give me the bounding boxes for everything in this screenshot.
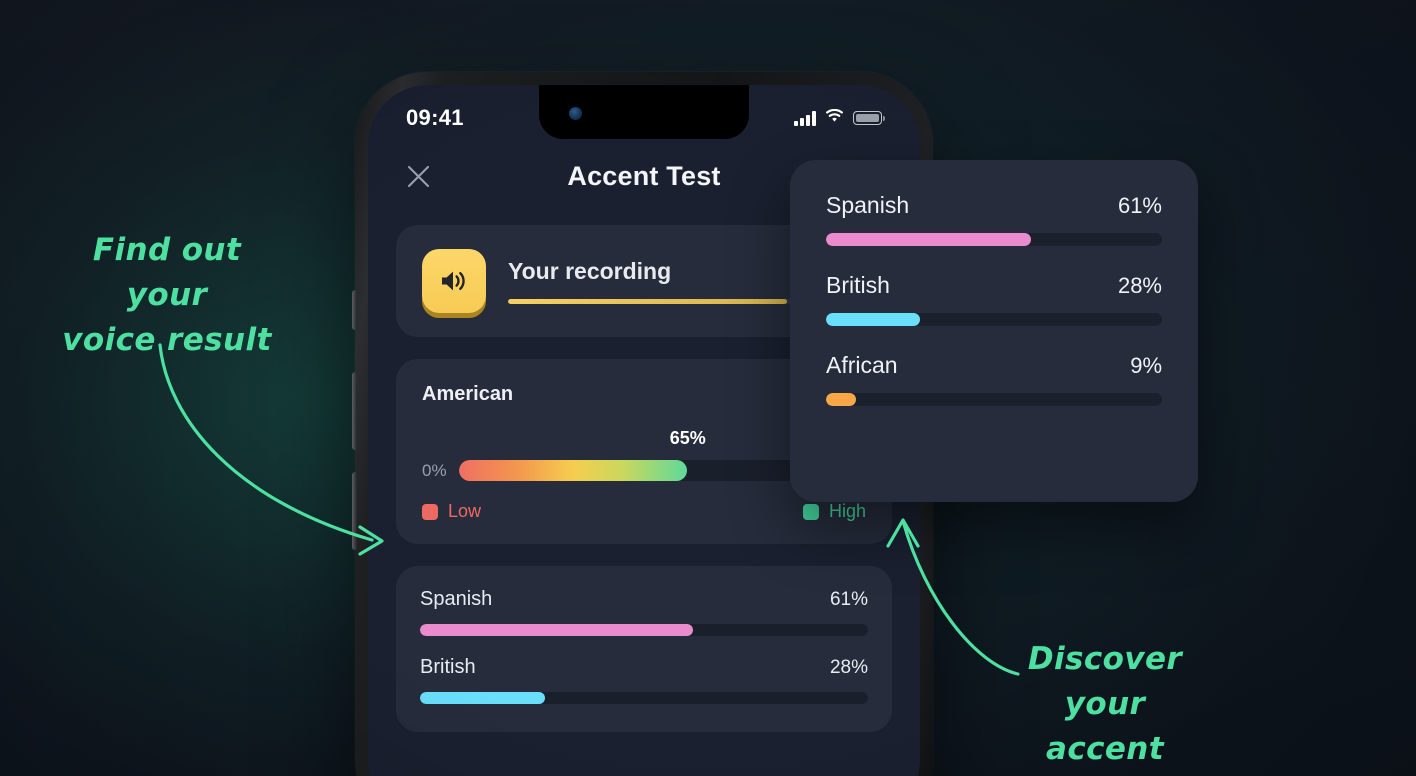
accent-name: British	[826, 272, 890, 298]
status-bar: 09:41	[368, 85, 920, 139]
accent-row-head: British 28%	[420, 656, 868, 679]
annotation-right-text: Discover your accent	[1027, 641, 1183, 767]
accent-progress-track[interactable]	[826, 233, 1162, 246]
legend-swatch-low	[422, 503, 438, 520]
accent-results-overlay-card: Spanish 61% British 28% African 9%	[790, 160, 1198, 502]
accent-progress-track[interactable]	[420, 624, 868, 636]
wifi-icon	[825, 108, 844, 128]
accent-percent: 28%	[829, 657, 868, 678]
accent-progress-fill	[826, 393, 857, 406]
accent-row-head: African 9%	[826, 352, 1162, 379]
american-value-label: 65%	[669, 428, 706, 448]
legend-label-high: High	[828, 501, 866, 521]
phone-volume-up-button[interactable]	[352, 372, 357, 450]
close-icon[interactable]	[398, 156, 438, 196]
phone-mute-switch[interactable]	[352, 290, 357, 330]
status-bar-icons	[794, 108, 885, 128]
gauge-min-label: 0%	[422, 460, 447, 480]
list-item: British 28%	[420, 656, 868, 704]
accent-row-head: Spanish 61%	[420, 588, 868, 611]
accent-name: British	[420, 656, 476, 678]
american-gauge-fill	[458, 460, 688, 481]
accent-row-head: Spanish 61%	[826, 192, 1162, 219]
recording-progress-fill	[508, 299, 788, 304]
american-gauge-track[interactable]	[458, 460, 811, 481]
gauge-legend: Low High	[422, 501, 866, 522]
accent-percent: 61%	[829, 589, 868, 610]
phone-volume-down-button[interactable]	[352, 472, 357, 550]
accent-percent: 61%	[1117, 193, 1162, 218]
accent-progress-track[interactable]	[420, 692, 868, 704]
list-item: Spanish 61%	[826, 192, 1162, 246]
legend-label-low: Low	[448, 501, 482, 521]
legend-item-high: High	[802, 501, 866, 522]
legend-item-low: Low	[422, 501, 481, 522]
accent-progress-fill	[826, 233, 1031, 246]
accent-name: Spanish	[826, 192, 910, 218]
battery-icon	[853, 111, 885, 125]
accent-progress-fill	[420, 692, 546, 704]
list-item: African 9%	[826, 352, 1162, 406]
signal-bars-icon	[794, 110, 816, 126]
legend-swatch-high	[802, 503, 819, 520]
list-item: Spanish 61%	[420, 588, 868, 636]
speaker-volume-icon[interactable]	[422, 249, 486, 313]
accent-name: Spanish	[420, 588, 493, 610]
accent-row-head: British 28%	[826, 272, 1162, 299]
list-item: British 28%	[826, 272, 1162, 326]
accent-progress-fill	[826, 313, 921, 326]
accent-percent: 9%	[1130, 353, 1162, 378]
accent-results-card: Spanish 61% British 28%	[396, 566, 892, 732]
accent-progress-track[interactable]	[826, 313, 1162, 326]
accent-percent: 28%	[1117, 273, 1162, 298]
poster-stage: 09:41 Accent Test Your recording America…	[0, 0, 1416, 776]
status-bar-time: 09:41	[406, 105, 464, 130]
annotation-left-text: Find out your voice result	[62, 232, 272, 358]
accent-progress-fill	[420, 624, 694, 636]
accent-progress-track[interactable]	[826, 393, 1162, 406]
accent-name: African	[826, 352, 898, 378]
